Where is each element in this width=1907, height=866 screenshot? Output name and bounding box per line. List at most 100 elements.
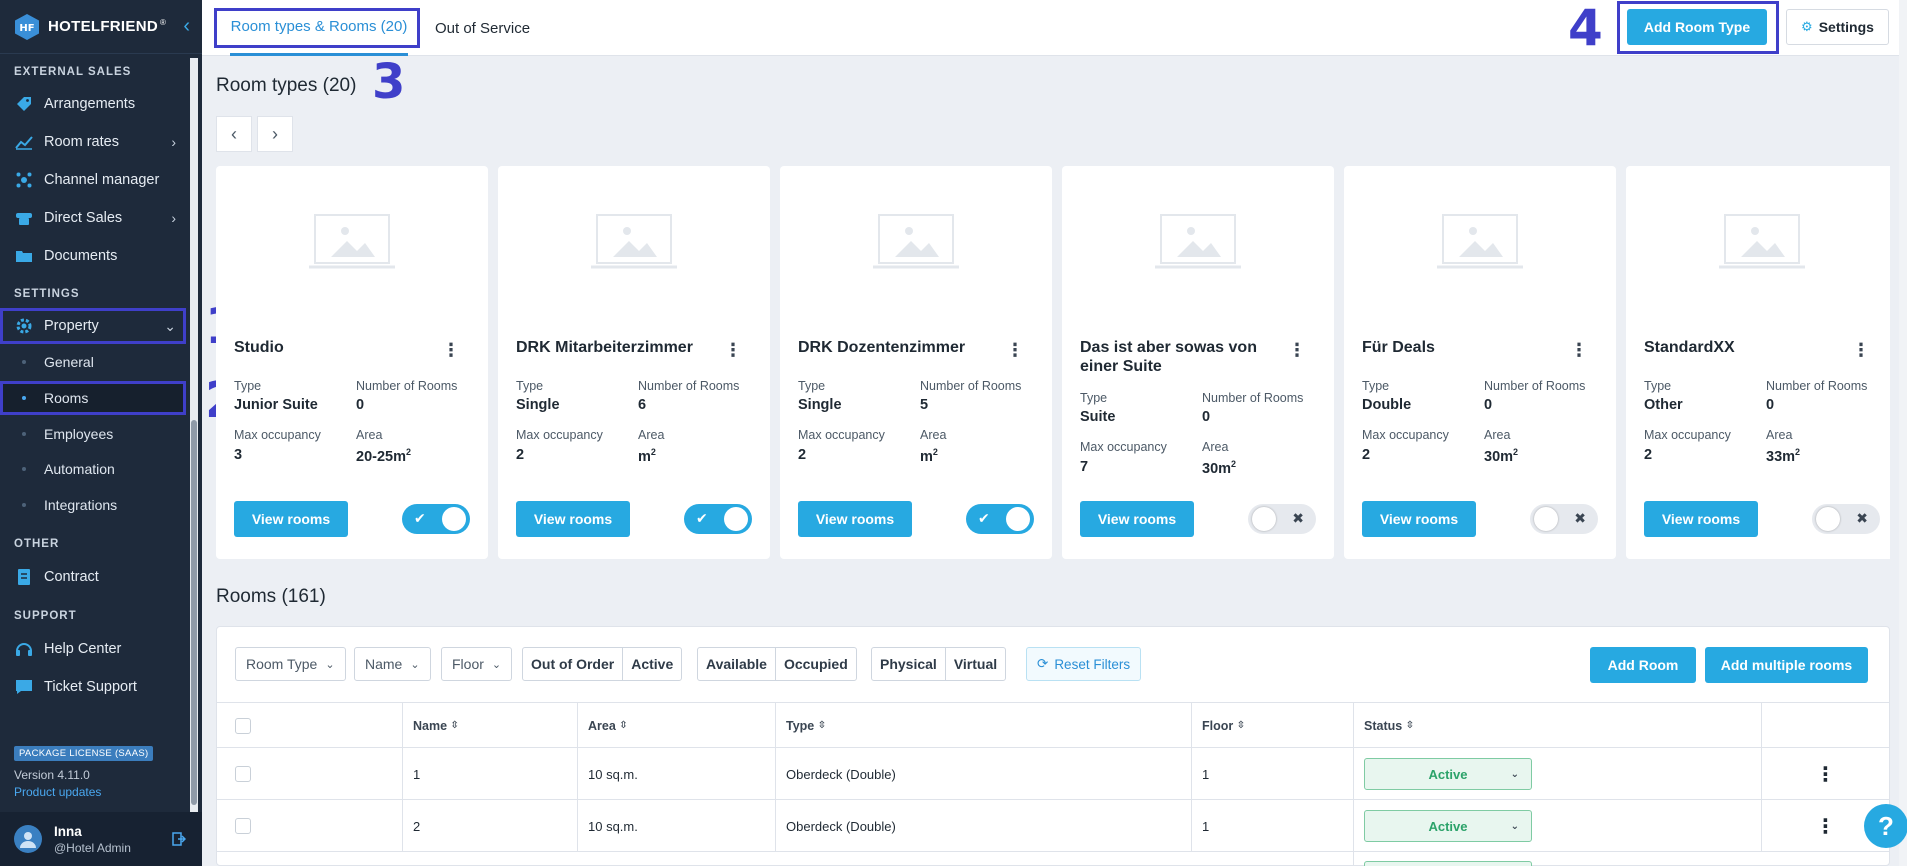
gear-icon: [14, 316, 34, 336]
status-dropdown[interactable]: Active ⌄: [1364, 758, 1532, 790]
table-row[interactable]: [217, 852, 1889, 866]
sidebar-item-ticket-support[interactable]: Ticket Support: [0, 669, 186, 705]
more-options-icon[interactable]: ⋮: [1006, 340, 1024, 361]
view-rooms-button[interactable]: View rooms: [234, 501, 348, 537]
view-rooms-button[interactable]: View rooms: [798, 501, 912, 537]
row-checkbox[interactable]: [235, 766, 251, 782]
column-header-floor[interactable]: Floor ⇳: [1191, 703, 1353, 748]
user-bar: Inna @Hotel Admin: [0, 812, 202, 866]
add-room-type-button[interactable]: Add Room Type: [1627, 9, 1767, 45]
view-rooms-button[interactable]: View rooms: [1362, 501, 1476, 537]
available-filter[interactable]: Available: [698, 648, 775, 680]
status-dropdown[interactable]: Active ⌄: [1364, 810, 1532, 842]
type-label: Type: [1644, 379, 1672, 393]
order-segment: Out of Order Active: [522, 647, 683, 681]
check-icon: ✔: [696, 510, 708, 526]
out-of-order-filter[interactable]: Out of Order: [523, 648, 622, 680]
type-value: Other: [1644, 397, 1683, 413]
view-rooms-button[interactable]: View rooms: [516, 501, 630, 537]
select-all-checkbox[interactable]: [235, 717, 251, 734]
column-header-status[interactable]: Status ⇳: [1353, 703, 1761, 748]
sidebar-item-arrangements[interactable]: Arrangements: [0, 86, 186, 122]
occupied-filter[interactable]: Occupied: [774, 648, 856, 680]
row-more-options-icon[interactable]: ⋮: [1761, 748, 1889, 800]
sidebar-subitem-automation[interactable]: Automation: [0, 452, 186, 486]
room-type-toggle[interactable]: ✖: [1812, 504, 1880, 534]
room-type-toggle[interactable]: ✔: [684, 504, 752, 534]
room-type-filter-label: Room Type: [246, 656, 318, 672]
page-scrollbar[interactable]: [1899, 0, 1907, 866]
chevron-left-icon: ‹: [231, 123, 237, 144]
row-checkbox[interactable]: [235, 818, 251, 834]
sidebar-scrollbar-thumb[interactable]: [191, 420, 197, 805]
sidebar-item-documents[interactable]: Documents: [0, 238, 186, 274]
physical-filter[interactable]: Physical: [872, 648, 945, 680]
sidebar-subitem-general[interactable]: General: [0, 345, 186, 379]
view-rooms-button[interactable]: View rooms: [1644, 501, 1758, 537]
room-type-toggle[interactable]: ✔: [966, 504, 1034, 534]
folder-icon: [14, 246, 34, 266]
sidebar-item-property[interactable]: Property ⌄: [0, 308, 186, 344]
chevron-right-icon: ›: [171, 134, 176, 150]
column-header-type[interactable]: Type ⇳: [775, 703, 1191, 748]
area-value: m2: [920, 447, 938, 465]
view-rooms-button[interactable]: View rooms: [1080, 501, 1194, 537]
reset-filters-button[interactable]: ⟳ Reset Filters: [1026, 647, 1142, 681]
toggle-knob: [1816, 507, 1840, 531]
more-options-icon[interactable]: ⋮: [1288, 340, 1306, 361]
active-filter[interactable]: Active: [622, 648, 681, 680]
sidebar-subitem-employees[interactable]: Employees: [0, 417, 186, 451]
column-header-label: Type: [786, 718, 815, 733]
more-options-icon[interactable]: ⋮: [1570, 340, 1588, 361]
column-header-name[interactable]: Name ⇳: [402, 703, 577, 748]
bullet-icon: [22, 360, 26, 364]
product-updates-link[interactable]: Product updates: [14, 785, 101, 799]
sidebar-item-help-center[interactable]: Help Center: [0, 631, 186, 667]
chevron-right-icon: ›: [171, 210, 176, 226]
area-value-text: m: [920, 448, 933, 465]
carousel-prev-button[interactable]: ‹: [216, 116, 252, 152]
virtual-filter[interactable]: Virtual: [944, 648, 1005, 680]
area-unit-superscript: 2: [1513, 447, 1519, 457]
room-type-name: Studio: [234, 339, 284, 356]
help-button[interactable]: ?: [1864, 804, 1907, 848]
room-type-filter[interactable]: Room Type ⌄: [235, 647, 346, 681]
max-occupancy-value: 2: [798, 447, 807, 463]
sidebar-item-room-rates[interactable]: Room rates ›: [0, 124, 186, 160]
avatar[interactable]: [14, 825, 42, 853]
more-options-icon[interactable]: ⋮: [1852, 340, 1870, 361]
sidebar-subitem-rooms[interactable]: Rooms: [0, 381, 186, 415]
cell-type: Oberdeck (Double): [775, 748, 1191, 800]
sidebar-item-channel-manager[interactable]: Channel manager: [0, 162, 186, 198]
room-type-toggle[interactable]: ✖: [1248, 504, 1316, 534]
floor-filter[interactable]: Floor ⌄: [441, 647, 513, 681]
name-filter-label: Name: [365, 656, 403, 672]
contract-icon: [14, 567, 34, 587]
tab-out-of-service[interactable]: Out of Service: [435, 0, 530, 56]
gear-icon: ⚙: [1801, 19, 1813, 34]
more-options-icon[interactable]: ⋮: [724, 340, 742, 361]
max-occupancy-value: 3: [234, 447, 243, 463]
settings-button[interactable]: ⚙ Settings: [1786, 9, 1889, 45]
sidebar-item-contract[interactable]: Contract: [0, 559, 186, 595]
number-of-rooms-label: Number of Rooms: [1484, 379, 1586, 393]
type-label: Type: [1080, 391, 1108, 405]
carousel-next-button[interactable]: ›: [257, 116, 293, 152]
bullet-icon: [22, 396, 26, 400]
type-value: Single: [798, 397, 842, 413]
table-row[interactable]: 2 10 sq.m. Oberdeck (Double) 1 Active ⌄ ⋮: [217, 800, 1889, 852]
column-header-area[interactable]: Area ⇳: [577, 703, 775, 748]
name-filter[interactable]: Name ⌄: [354, 647, 431, 681]
room-type-card: DRK Mitarbeiterzimmer ⋮ Type Number of R…: [498, 166, 770, 559]
table-row[interactable]: 1 10 sq.m. Oberdeck (Double) 1 Active ⌄ ⋮: [217, 748, 1889, 800]
room-type-toggle[interactable]: ✔: [402, 504, 470, 534]
add-multiple-rooms-button[interactable]: Add multiple rooms: [1705, 647, 1868, 683]
room-type-toggle[interactable]: ✖: [1530, 504, 1598, 534]
logout-icon[interactable]: [172, 832, 187, 849]
sidebar-subitem-integrations[interactable]: Integrations: [0, 488, 186, 522]
status-dropdown[interactable]: [1364, 861, 1532, 866]
add-room-button[interactable]: Add Room: [1590, 647, 1696, 683]
more-options-icon[interactable]: ⋮: [442, 340, 460, 361]
collapse-sidebar-icon[interactable]: ‹: [183, 15, 190, 38]
sidebar-item-direct-sales[interactable]: Direct Sales ›: [0, 200, 186, 236]
